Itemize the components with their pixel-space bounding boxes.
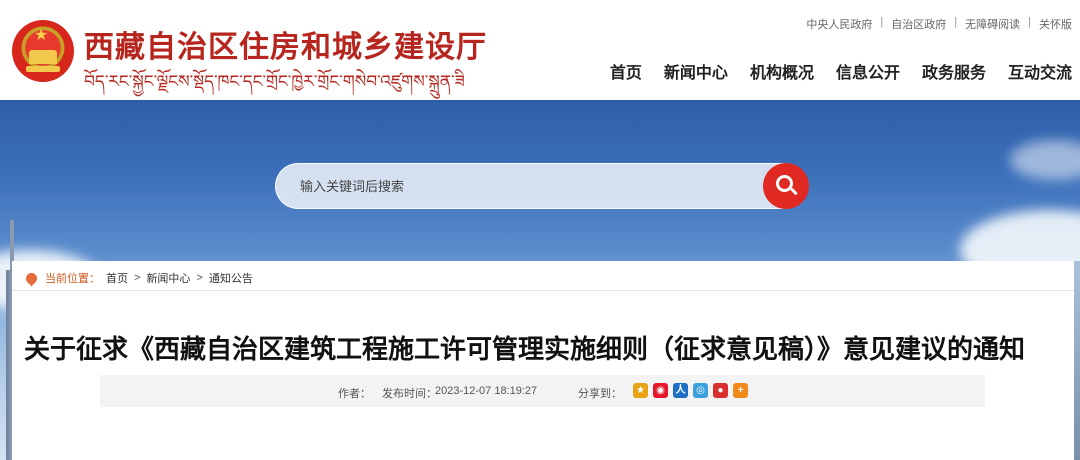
location-pin-icon xyxy=(23,270,40,286)
top-link-elderly-mode[interactable]: 关怀版 xyxy=(1039,16,1072,32)
cloud-decoration xyxy=(1010,140,1080,180)
nav-item-home[interactable]: 首页 xyxy=(610,59,642,83)
breadcrumb-notices[interactable]: 通知公告 xyxy=(209,270,253,286)
breadcrumb-home[interactable]: 首页 xyxy=(106,270,128,286)
top-link-regional-government[interactable]: 自治区政府 xyxy=(891,16,946,32)
share-icons: ★ ◉ 人 ◎ ● + xyxy=(633,383,748,398)
top-link-central-government[interactable]: 中央人民政府 xyxy=(806,16,872,32)
breadcrumb-separator: > xyxy=(134,272,141,284)
breadcrumb-label: 当前位置： xyxy=(45,273,100,285)
site-header: ★ 西藏自治区住房和城乡建设厅 བོད་རང་སྐྱོང་ལྗོངས་སྡོད་… xyxy=(0,0,1080,100)
breadcrumb-separator: > xyxy=(196,272,203,284)
nav-item-services[interactable]: 政务服务 xyxy=(922,59,986,83)
top-links: 中央人民政府 | 自治区政府 | 无障碍阅读 | 关怀版 xyxy=(806,16,1072,32)
top-link-separator: | xyxy=(880,16,884,28)
breadcrumb-divider xyxy=(12,290,1074,291)
qzone-icon[interactable]: ★ xyxy=(633,383,648,398)
people-weibo-icon[interactable]: ● xyxy=(713,383,728,398)
article-meta: 作者： 发布时间： 2023-12-07 18:19:27 分享到： ★ ◉ 人… xyxy=(100,375,985,407)
author-label: 作者： xyxy=(338,388,371,400)
more-share-icon[interactable]: + xyxy=(733,383,748,398)
share-label: 分享到： xyxy=(578,388,622,400)
nav-item-news[interactable]: 新闻中心 xyxy=(664,59,728,83)
weibo-icon[interactable]: ◉ xyxy=(653,383,668,398)
main-nav: 首页 新闻中心 机构概况 信息公开 政务服务 互动交流 xyxy=(610,59,1072,83)
article-card: 当前位置： 首页 > 新闻中心 > 通知公告 关于征求《西藏自治区建筑工程施工许… xyxy=(12,261,1074,460)
nav-item-about[interactable]: 机构概况 xyxy=(750,59,814,83)
nav-item-info-disclosure[interactable]: 信息公开 xyxy=(836,59,900,83)
search-button[interactable] xyxy=(763,163,809,209)
search-box xyxy=(275,163,808,209)
search-icon-handle xyxy=(790,187,798,196)
national-emblem-icon[interactable]: ★ xyxy=(12,20,74,82)
top-link-accessibility[interactable]: 无障碍阅读 xyxy=(965,16,1020,32)
publish-time: 2023-12-07 18:19:27 xyxy=(435,385,538,397)
breadcrumb-news[interactable]: 新闻中心 xyxy=(146,270,190,286)
renren-icon[interactable]: 人 xyxy=(673,383,688,398)
search-input[interactable] xyxy=(300,164,760,208)
breadcrumb: 当前位置： 首页 > 新闻中心 > 通知公告 xyxy=(23,270,253,286)
top-link-separator: | xyxy=(954,16,958,28)
publish-label: 发布时间： xyxy=(382,388,437,400)
article-title: 关于征求《西藏自治区建筑工程施工许可管理实施细则（征求意见稿）》意见建议的通知 xyxy=(24,335,1026,365)
top-link-separator: | xyxy=(1028,16,1031,28)
nav-item-interaction[interactable]: 互动交流 xyxy=(1008,59,1072,83)
site-title[interactable]: 西藏自治区住房和城乡建设厅 xyxy=(84,22,487,66)
tencent-weibo-icon[interactable]: ◎ xyxy=(693,383,708,398)
